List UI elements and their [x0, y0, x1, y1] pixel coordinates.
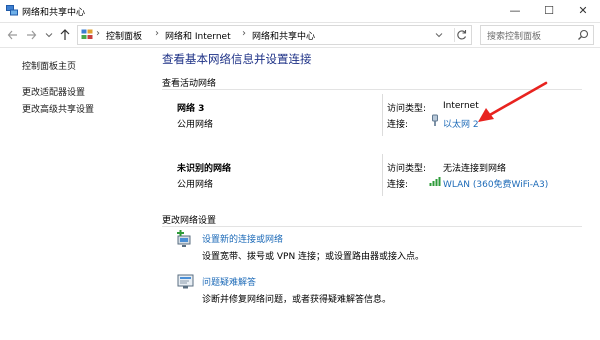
network-type[interactable]: 公用网络: [177, 117, 213, 130]
up-arrow-icon[interactable]: [58, 26, 72, 44]
minimize-button[interactable]: —: [498, 0, 532, 22]
column-divider: [382, 94, 383, 136]
column-divider: [382, 154, 383, 196]
maximize-button[interactable]: ☐: [532, 0, 566, 22]
breadcrumb-item[interactable]: 网络和共享中心: [252, 29, 315, 42]
breadcrumb-item[interactable]: 网络和 Internet: [165, 29, 231, 42]
troubleshoot-description: 诊断并修复网络问题，或者获得疑难解答信息。: [202, 295, 392, 305]
search-placeholder: 搜索控制面板: [487, 32, 542, 42]
network-type[interactable]: 公用网络: [177, 177, 213, 190]
access-type-label: 访问类型:: [387, 164, 427, 174]
network-name: 网络 3: [177, 104, 205, 114]
connection-label: 连接:: [387, 120, 409, 130]
refresh-icon[interactable]: [454, 28, 469, 42]
section-divider: [162, 226, 582, 227]
setup-new-connection-description: 设置宽带、拨号或 VPN 连接；或设置路由器或接入点。: [202, 252, 425, 262]
sidebar-item-control-panel-home[interactable]: 控制面板主页: [22, 59, 76, 72]
annotation-arrow: [478, 81, 548, 122]
change-settings-header: 更改网络设置: [162, 216, 217, 226]
address-bar[interactable]: › 控制面板 › 网络和 Internet › 网络和共享中心: [77, 25, 472, 45]
network-name: 未识别的网络: [177, 164, 232, 174]
navigation-bar: › 控制面板 › 网络和 Internet › 网络和共享中心 搜索控制面板: [0, 23, 600, 48]
breadcrumb-separator: ›: [96, 28, 100, 39]
chevron-down-icon[interactable]: [433, 29, 445, 41]
chevron-down-icon[interactable]: [42, 26, 56, 44]
breadcrumb-item[interactable]: 控制面板: [106, 29, 142, 42]
connection-label: 连接:: [387, 180, 409, 190]
ethernet-icon: [432, 114, 438, 126]
close-button[interactable]: ✕: [566, 0, 600, 22]
sidebar-item-change-adapter-settings[interactable]: 更改适配器设置: [22, 85, 85, 98]
active-networks-header: 查看活动网络: [162, 79, 217, 89]
troubleshoot-link[interactable]: 问题疑难解答: [202, 275, 256, 288]
new-connection-icon: [177, 230, 191, 247]
access-type-label: 访问类型:: [387, 104, 427, 114]
page-title: 查看基本网络信息并设置连接: [162, 52, 312, 66]
sidebar-item-advanced-sharing-settings[interactable]: 更改高级共享设置: [22, 102, 94, 115]
control-panel-icon: [81, 29, 93, 39]
forward-arrow-icon[interactable]: [24, 26, 38, 44]
access-type-value: 无法连接到网络: [443, 164, 507, 174]
troubleshoot-icon: [177, 274, 194, 289]
title-bar: 网络和共享中心 — ☐ ✕: [0, 0, 600, 23]
wlan-connection-link[interactable]: WLAN (360免费WiFi-A3): [443, 177, 548, 190]
search-icon[interactable]: [577, 29, 589, 41]
back-arrow-icon[interactable]: [6, 26, 20, 44]
setup-new-connection-link[interactable]: 设置新的连接或网络: [202, 232, 283, 245]
network-center-icon: [6, 5, 18, 16]
breadcrumb-separator: ›: [155, 28, 159, 39]
search-input[interactable]: 搜索控制面板: [480, 25, 594, 45]
breadcrumb-separator: ›: [242, 28, 246, 39]
window-title: 网络和共享中心: [22, 8, 86, 18]
wifi-signal-icon: [429, 177, 441, 186]
